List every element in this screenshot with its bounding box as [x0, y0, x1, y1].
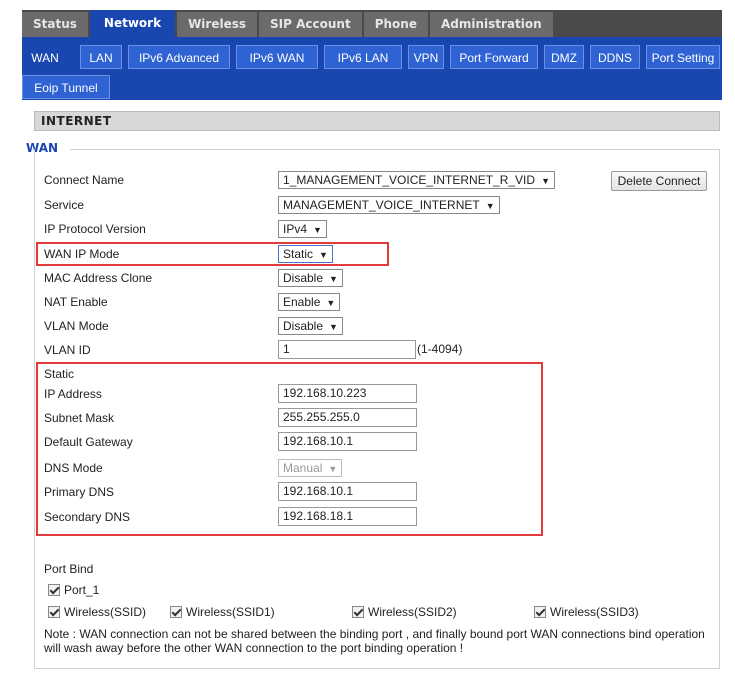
tab-phone[interactable]: Phone [363, 12, 428, 37]
nat-value: Enable [283, 295, 321, 309]
vlan-mode-select[interactable]: Disable ▼ [278, 317, 343, 335]
service-select[interactable]: MANAGEMENT_VOICE_INTERNET ▼ [278, 196, 500, 214]
chevron-down-icon: ▼ [326, 298, 336, 308]
subtab-ipv6-advanced[interactable]: IPv6 Advanced [128, 45, 230, 69]
nat-select[interactable]: Enable ▼ [278, 293, 341, 311]
mac-clone-value: Disable [283, 271, 324, 285]
top-nav: Status Network Wireless SIP Account Phon… [22, 10, 722, 37]
checkbox-checked-icon[interactable] [352, 606, 364, 618]
primary-dns-input[interactable]: 192.168.10.1 [278, 482, 417, 501]
dns-mode-value: Manual [283, 461, 323, 475]
tab-network[interactable]: Network [89, 10, 176, 37]
tab-status[interactable]: Status [22, 12, 88, 37]
subtab-vpn[interactable]: VPN [408, 45, 444, 69]
highlight-wan-ip-mode [36, 242, 389, 266]
ip-address-input[interactable]: 192.168.10.223 [278, 384, 417, 403]
static-title: Static [44, 367, 75, 381]
checkbox-checked-icon[interactable] [48, 584, 60, 596]
port-bind-note: Note : WAN connection can not be shared … [44, 627, 705, 655]
tab-sip-account[interactable]: SIP Account [259, 12, 362, 37]
ssid-label: Wireless(SSID) [64, 605, 147, 619]
chevron-down-icon: ▼ [485, 201, 495, 211]
vlan-id-label: VLAN ID [44, 343, 91, 357]
nat-label: NAT Enable [44, 295, 108, 309]
connect-name-value: 1_MANAGEMENT_VOICE_INTERNET_R_VID [283, 173, 536, 187]
service-label: Service [44, 198, 85, 212]
primary-dns-label: Primary DNS [44, 485, 115, 499]
port-bind-ssid2[interactable]: Wireless(SSID2) [352, 605, 457, 619]
sub-nav: WAN LAN IPv6 Advanced IPv6 WAN IPv6 LAN … [22, 37, 722, 100]
port-bind-title: Port Bind [44, 562, 94, 576]
ssid2-label: Wireless(SSID2) [368, 605, 457, 619]
subtab-ipv6-lan[interactable]: IPv6 LAN [324, 45, 402, 69]
chevron-down-icon: ▼ [329, 322, 338, 332]
chevron-down-icon: ▼ [328, 464, 338, 474]
checkbox-checked-icon[interactable] [170, 606, 182, 618]
vlan-id-range-hint: (1-4094) [417, 342, 463, 356]
ip-protocol-label: IP Protocol Version [44, 222, 146, 236]
connect-name-label: Connect Name [44, 173, 125, 187]
chevron-down-icon: ▼ [541, 176, 550, 186]
subtab-eoip-tunnel[interactable]: Eoip Tunnel [22, 75, 110, 99]
port-bind-ssid1[interactable]: Wireless(SSID1) [170, 605, 275, 619]
delete-connect-button[interactable]: Delete Connect [611, 171, 707, 191]
tab-administration[interactable]: Administration [429, 12, 553, 37]
subtab-lan[interactable]: LAN [80, 45, 122, 69]
chevron-down-icon: ▼ [329, 274, 338, 284]
subtab-ipv6-wan[interactable]: IPv6 WAN [236, 45, 318, 69]
port-bind-ssid3[interactable]: Wireless(SSID3) [534, 605, 639, 619]
subtab-dmz[interactable]: DMZ [544, 45, 584, 69]
port-bind-ssid[interactable]: Wireless(SSID) [48, 605, 146, 619]
subtab-wan[interactable]: WAN [22, 45, 68, 69]
secondary-dns-input[interactable]: 192.168.18.1 [278, 507, 417, 526]
checkbox-checked-icon[interactable] [48, 606, 60, 618]
dns-mode-select: Manual ▼ [278, 459, 343, 477]
checkbox-checked-icon[interactable] [534, 606, 546, 618]
default-gateway-label: Default Gateway [44, 435, 133, 449]
port-bind-port-1[interactable]: Port_1 [48, 583, 99, 597]
default-gateway-input[interactable]: 192.168.10.1 [278, 432, 417, 451]
dns-mode-label: DNS Mode [44, 461, 103, 475]
vlan-mode-label: VLAN Mode [44, 319, 109, 333]
ssid1-label: Wireless(SSID1) [186, 605, 275, 619]
ip-protocol-value: IPv4 [283, 222, 308, 236]
connect-name-select[interactable]: 1_MANAGEMENT_VOICE_INTERNET_R_VID ▼ [278, 171, 555, 189]
mac-clone-label: MAC Address Clone [44, 271, 153, 285]
service-value: MANAGEMENT_VOICE_INTERNET [283, 198, 480, 212]
ip-address-label: IP Address [44, 387, 102, 401]
subtab-port-setting[interactable]: Port Setting [646, 45, 720, 69]
vlan-id-input[interactable]: 1 [278, 340, 416, 359]
ssid3-label: Wireless(SSID3) [550, 605, 639, 619]
tab-wireless[interactable]: Wireless [177, 12, 258, 37]
ip-protocol-select[interactable]: IPv4 ▼ [278, 220, 327, 238]
subtab-port-forward[interactable]: Port Forward [450, 45, 538, 69]
subnet-mask-input[interactable]: 255.255.255.0 [278, 408, 417, 427]
vlan-mode-value: Disable [283, 319, 324, 333]
secondary-dns-label: Secondary DNS [44, 510, 131, 524]
section-header-internet: INTERNET [34, 111, 720, 131]
port-1-label: Port_1 [64, 583, 100, 597]
subnet-mask-label: Subnet Mask [44, 411, 115, 425]
mac-clone-select[interactable]: Disable ▼ [278, 269, 343, 287]
subtab-ddns[interactable]: DDNS [590, 45, 640, 69]
chevron-down-icon: ▼ [313, 225, 322, 235]
